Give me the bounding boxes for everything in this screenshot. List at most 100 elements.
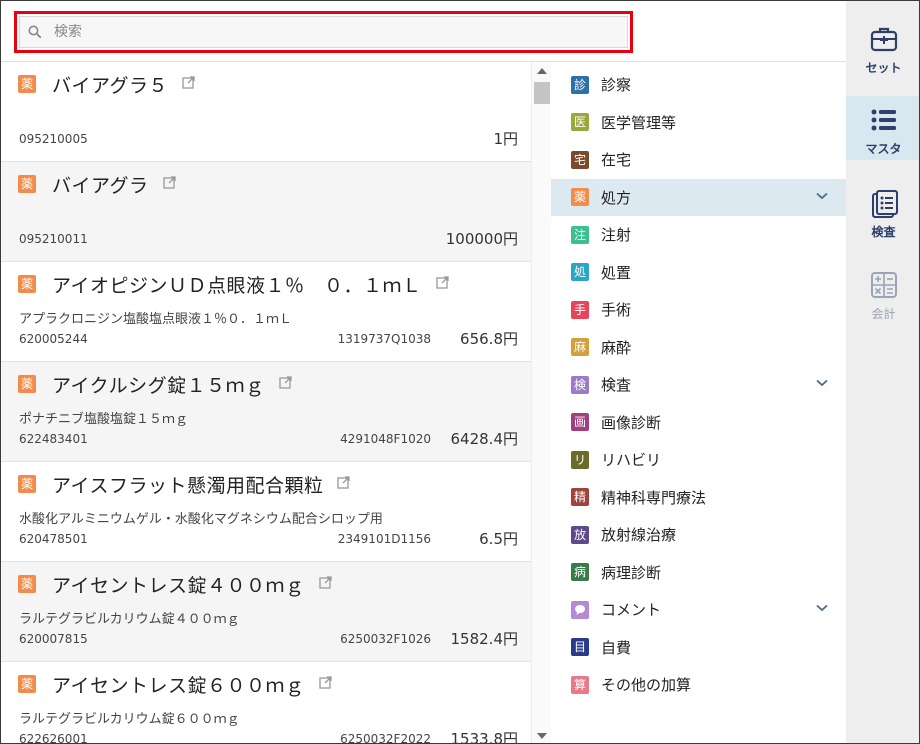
external-link-icon[interactable] — [337, 476, 351, 489]
external-link-icon[interactable] — [435, 276, 449, 289]
category-badge: 放 — [571, 525, 589, 544]
category-item[interactable]: 診 診察 — [551, 66, 846, 104]
scroll-thumb[interactable] — [534, 82, 550, 104]
category-badge: 麻 — [571, 338, 589, 357]
search-box — [19, 16, 628, 48]
item-code: 620005244 — [19, 332, 88, 346]
list-item[interactable]: 薬 アイクルシグ錠１５ｍｇ ポナチニブ塩酸塩錠１５ｍｇ 622483401 42… — [1, 362, 531, 462]
category-label: 病理診断 — [601, 563, 662, 582]
item-code: 095210005 — [19, 132, 88, 146]
category-badge: 注 — [571, 225, 589, 244]
item-code: 622483401 — [19, 432, 88, 446]
category-item-active[interactable]: 薬 処方 — [551, 178, 846, 216]
category-label: その他の加算 — [601, 676, 692, 695]
category-item[interactable]: コメント — [551, 591, 846, 629]
item-description: アプラクロニジン塩酸塩点眼液１％０．１ｍＬ — [19, 312, 293, 327]
item-name: アイセントレス錠６００ｍｇ — [52, 671, 332, 698]
category-item[interactable]: リ リハビリ — [551, 441, 846, 479]
chevron-down-icon[interactable] — [816, 604, 828, 612]
drug-badge: 薬 — [18, 675, 36, 693]
category-label: 在宅 — [601, 151, 632, 170]
drug-badge: 薬 — [18, 175, 36, 193]
rail-item-master[interactable]: マスタ — [846, 96, 919, 160]
category-label: 手術 — [601, 301, 632, 320]
category-label: 注射 — [601, 226, 632, 245]
rail-item-set[interactable]: セット — [846, 15, 919, 79]
list-item[interactable]: 薬 バイアグラ 095210011 100000円 — [1, 162, 531, 262]
list-item[interactable]: 薬 バイアグラ５ 095210005 1円 — [1, 62, 531, 162]
category-badge: 手 — [571, 300, 589, 319]
item-name: アイスフラット懸濁用配合顆粒 — [52, 471, 351, 498]
category-label: リハビリ — [601, 451, 662, 470]
external-link-icon[interactable] — [182, 76, 195, 89]
category-item[interactable]: 宅 在宅 — [551, 141, 846, 179]
category-list: 診 診察 医 医学管理等 宅 在宅 薬 処方 注 注射 処 処置 手 手術 麻 — [551, 66, 846, 704]
item-price: 1582.4円 — [450, 630, 519, 648]
category-badge: 算 — [571, 675, 589, 694]
rail-item-exam[interactable]: 検査 — [846, 179, 919, 243]
category-badge: 医 — [571, 113, 589, 132]
external-link-icon[interactable] — [318, 676, 332, 689]
item-price: 656.8円 — [460, 330, 518, 348]
category-item[interactable]: 検 検査 — [551, 366, 846, 404]
category-badge: 画 — [571, 413, 589, 432]
item-yj-code: 6250032F2022 — [340, 732, 431, 744]
category-item[interactable]: 画 画像診断 — [551, 404, 846, 442]
rail-label: セット — [865, 61, 902, 75]
list-scrollbar[interactable] — [531, 62, 551, 743]
category-badge: 処 — [571, 263, 589, 282]
external-link-icon[interactable] — [278, 376, 292, 389]
item-description: ラルテグラビルカリウム錠６００ｍｇ — [19, 712, 240, 727]
category-badge: 目 — [571, 638, 589, 657]
category-item[interactable]: 病 病理診断 — [551, 554, 846, 592]
app-frame: 薬 バイアグラ５ 095210005 1円 薬 バイアグラ 095210011 … — [0, 0, 920, 744]
category-badge: 薬 — [571, 188, 589, 207]
scroll-up-arrow[interactable] — [537, 68, 547, 74]
category-item[interactable]: 注 注射 — [551, 216, 846, 254]
category-item[interactable]: 処 処置 — [551, 254, 846, 292]
category-badge: リ — [571, 450, 589, 469]
scroll-down-arrow[interactable] — [537, 733, 547, 739]
item-description: ポナチニブ塩酸塩錠１５ｍｇ — [19, 412, 189, 427]
rail-label: 会計 — [871, 307, 896, 321]
drug-badge: 薬 — [18, 475, 36, 493]
search-icon — [28, 25, 42, 39]
external-link-icon[interactable] — [162, 176, 176, 189]
category-label: 画像診断 — [601, 413, 662, 432]
category-item[interactable]: 手 手術 — [551, 291, 846, 329]
drug-badge: 薬 — [18, 375, 36, 393]
category-item[interactable]: 算 その他の加算 — [551, 666, 846, 704]
list-item[interactable]: 薬 アイオピジンＵＤ点眼液１％ ０．１ｍＬ アプラクロニジン塩酸塩点眼液１％０．… — [1, 262, 531, 362]
category-item[interactable]: 放 放射線治療 — [551, 516, 846, 554]
list-item[interactable]: 薬 アイセントレス錠６００ｍｇ ラルテグラビルカリウム錠６００ｍｇ 622626… — [1, 662, 531, 744]
rail-item-billing[interactable]: 会計 — [846, 261, 919, 325]
item-name: アイクルシグ錠１５ｍｇ — [52, 371, 292, 398]
item-name: アイセントレス錠４００ｍｇ — [52, 571, 332, 598]
item-code: 622626001 — [19, 732, 88, 744]
checklist-icon — [872, 190, 898, 218]
list-item[interactable]: 薬 アイセントレス錠４００ｍｇ ラルテグラビルカリウム錠４００ｍｇ 620007… — [1, 562, 531, 662]
category-item[interactable]: 目 自費 — [551, 629, 846, 667]
category-badge: 検 — [571, 375, 589, 394]
item-name: アイオピジンＵＤ点眼液１％ ０．１ｍＬ — [52, 271, 449, 298]
category-item[interactable]: 麻 麻酔 — [551, 329, 846, 367]
chevron-down-icon[interactable] — [816, 379, 828, 387]
drug-badge: 薬 — [18, 575, 36, 593]
list-item[interactable]: 薬 アイスフラット懸濁用配合顆粒 水酸化アルミニウムゲル・水酸化マグネシウム配合… — [1, 462, 531, 562]
category-label: 診察 — [601, 76, 632, 95]
category-item[interactable]: 精 精神科専門療法 — [551, 479, 846, 517]
chevron-down-icon[interactable] — [816, 192, 828, 200]
item-price: 6428.4円 — [450, 430, 519, 448]
category-label: 検査 — [601, 376, 632, 395]
category-label: 処置 — [601, 263, 632, 282]
external-link-icon[interactable] — [318, 576, 332, 589]
category-label: 処方 — [601, 188, 632, 207]
category-badge: 診 — [571, 75, 589, 94]
comment-icon — [571, 600, 589, 619]
category-item[interactable]: 医 医学管理等 — [551, 104, 846, 142]
search-input[interactable] — [54, 24, 574, 40]
rail-label: マスタ — [865, 142, 902, 156]
search-highlight — [14, 11, 633, 53]
item-code: 095210011 — [19, 232, 88, 246]
category-badge: 宅 — [571, 150, 589, 169]
